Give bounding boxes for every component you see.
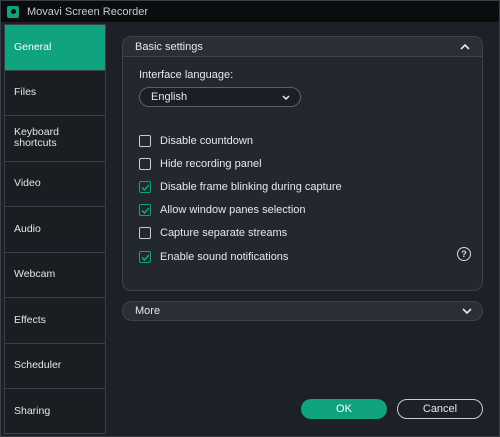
option-label: Allow window panes selection xyxy=(160,204,306,216)
option-disable-countdown[interactable]: Disable countdown xyxy=(139,134,253,148)
chevron-up-icon[interactable] xyxy=(458,40,472,54)
cancel-button[interactable]: Cancel xyxy=(397,399,483,419)
sidebar-item-sharing[interactable]: Sharing xyxy=(5,389,105,435)
option-allow-window-panes[interactable]: Allow window panes selection xyxy=(139,203,306,217)
language-label: Interface language: xyxy=(139,69,234,81)
basic-settings-title: Basic settings xyxy=(135,40,203,53)
chevron-down-icon xyxy=(282,94,290,100)
ok-button[interactable]: OK xyxy=(301,399,387,419)
app-logo-icon xyxy=(7,5,19,18)
option-enable-sound-notifications[interactable]: Enable sound notifications xyxy=(139,250,288,264)
chevron-down-icon xyxy=(462,308,472,314)
sidebar-item-scheduler[interactable]: Scheduler xyxy=(5,344,105,389)
option-disable-frame-blinking[interactable]: Disable frame blinking during capture xyxy=(139,180,342,194)
language-select-value: English xyxy=(151,91,188,103)
more-title: More xyxy=(135,305,161,317)
language-select[interactable]: English xyxy=(139,87,301,107)
option-label: Disable frame blinking during capture xyxy=(160,181,342,193)
sidebar-item-webcam[interactable]: Webcam xyxy=(5,253,105,298)
checkmark-icon xyxy=(140,206,150,214)
sidebar-item-effects[interactable]: Effects xyxy=(5,298,105,344)
window-title: Movavi Screen Recorder xyxy=(27,5,149,18)
option-capture-separate-streams[interactable]: Capture separate streams xyxy=(139,226,287,240)
more-section-header[interactable]: More xyxy=(122,301,483,321)
sidebar-item-files[interactable]: Files xyxy=(5,71,105,116)
checkbox[interactable] xyxy=(139,181,151,193)
option-hide-recording-panel[interactable]: Hide recording panel xyxy=(139,157,262,171)
sidebar-item-audio[interactable]: Audio xyxy=(5,207,105,253)
basic-settings-panel: Basic settings Interface language: Engli… xyxy=(122,36,483,291)
checkbox[interactable] xyxy=(139,158,151,170)
sidebar-item-general[interactable]: General xyxy=(5,25,105,71)
option-label: Disable countdown xyxy=(160,135,253,147)
checkbox[interactable] xyxy=(139,251,151,263)
checkmark-icon xyxy=(140,183,150,191)
sidebar-item-keyboard-shortcuts[interactable]: Keyboard shortcuts xyxy=(5,116,105,162)
basic-settings-header[interactable]: Basic settings xyxy=(123,37,482,57)
title-bar: Movavi Screen Recorder xyxy=(1,1,499,22)
option-label: Enable sound notifications xyxy=(160,251,289,263)
settings-window: Movavi Screen Recorder General Files Key… xyxy=(0,0,500,437)
checkbox[interactable] xyxy=(139,227,151,239)
settings-content: Basic settings Interface language: Engli… xyxy=(106,24,498,434)
checkbox[interactable] xyxy=(139,204,151,216)
checkbox[interactable] xyxy=(139,135,151,147)
help-icon[interactable]: ? xyxy=(457,247,471,261)
option-label: Capture separate streams xyxy=(160,227,288,239)
sidebar-item-video[interactable]: Video xyxy=(5,162,105,207)
settings-sidebar: General Files Keyboard shortcuts Video A… xyxy=(4,24,106,434)
checkmark-icon xyxy=(140,253,150,261)
option-label: Hide recording panel xyxy=(160,158,262,170)
sidebar-item-label: Keyboard shortcuts xyxy=(14,126,59,150)
